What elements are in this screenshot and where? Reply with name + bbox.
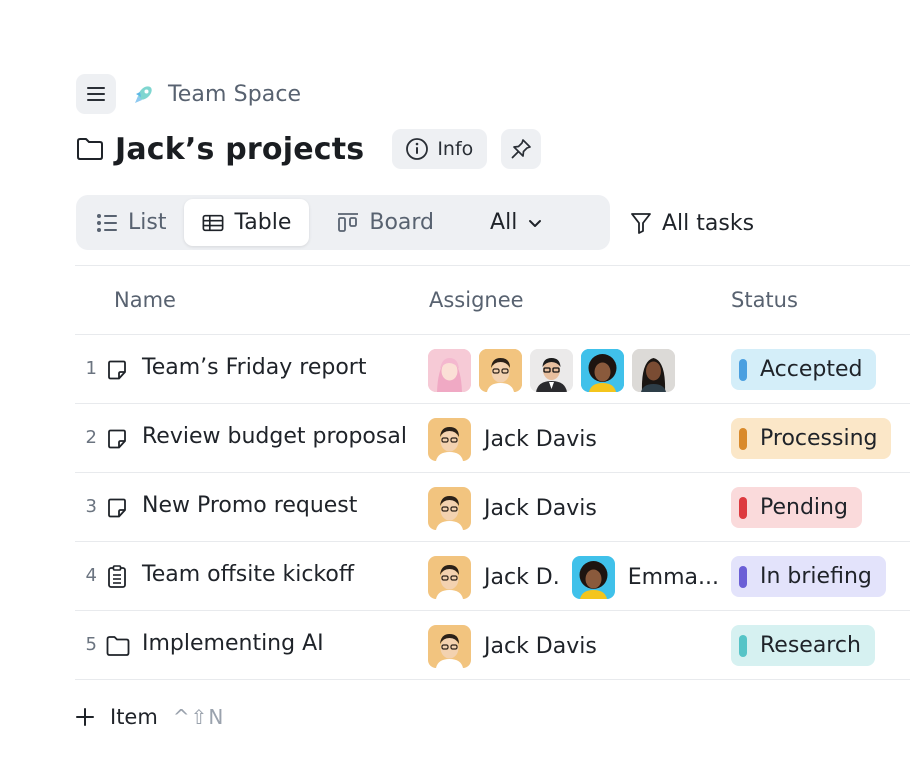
note-icon bbox=[106, 427, 130, 451]
status-badge[interactable]: Pending bbox=[731, 487, 862, 528]
avatar bbox=[428, 486, 471, 530]
assignee-cell[interactable]: Jack D. Emma... bbox=[428, 555, 720, 599]
info-label: Info bbox=[437, 138, 474, 160]
table-header: Name Assignee Status bbox=[75, 266, 910, 334]
avatar bbox=[632, 348, 675, 392]
add-item-shortcut: ^⇧N bbox=[172, 705, 225, 729]
list-icon bbox=[96, 212, 118, 234]
page: Team Space Jack’s projects Info List Tab… bbox=[0, 0, 910, 780]
view-tab-list-label: List bbox=[128, 210, 167, 235]
status-label: In briefing bbox=[760, 564, 872, 589]
assignee-name: Jack Davis bbox=[484, 495, 597, 521]
hamburger-icon bbox=[87, 87, 105, 101]
status-label: Accepted bbox=[760, 357, 863, 382]
folder-icon bbox=[106, 634, 130, 658]
avatar bbox=[428, 624, 471, 668]
table-bottom-divider bbox=[75, 679, 910, 680]
avatar bbox=[571, 555, 615, 599]
table-icon bbox=[202, 212, 224, 234]
status-label: Pending bbox=[760, 495, 848, 520]
task-name: Review budget proposal bbox=[142, 424, 407, 449]
row-number: 1 bbox=[85, 358, 97, 379]
task-name: Team offsite kickoff bbox=[142, 562, 355, 587]
task-name: Team’s Friday report bbox=[142, 355, 367, 380]
row-number: 3 bbox=[85, 496, 97, 517]
filter-icon bbox=[631, 213, 651, 234]
row-number: 2 bbox=[85, 427, 97, 448]
status-dot bbox=[739, 358, 747, 381]
row-number: 4 bbox=[85, 565, 97, 586]
status-dot bbox=[739, 634, 747, 657]
pin-button[interactable] bbox=[501, 129, 542, 169]
row-number: 5 bbox=[85, 634, 97, 655]
status-label: Processing bbox=[760, 426, 878, 451]
chevron-down-icon bbox=[527, 215, 543, 231]
status-label: Research bbox=[760, 633, 861, 658]
filter-button[interactable]: All tasks bbox=[630, 203, 754, 243]
table-row[interactable]: 3 New Promo request Jack Davis Pending bbox=[75, 472, 910, 541]
assignee-cell[interactable] bbox=[428, 348, 675, 392]
status-dot bbox=[739, 427, 747, 450]
status-dot bbox=[739, 565, 747, 588]
assignee-name: Jack Davis bbox=[484, 633, 597, 659]
info-button[interactable]: Info bbox=[392, 129, 488, 169]
avatar bbox=[581, 348, 624, 392]
view-tab-board[interactable]: Board bbox=[319, 199, 452, 246]
sidebar-toggle-button[interactable] bbox=[76, 74, 116, 114]
note-icon bbox=[106, 358, 130, 382]
assignee-cell[interactable]: Jack Davis bbox=[428, 624, 597, 668]
assignee-name: Jack Davis bbox=[484, 426, 597, 452]
view-tab-board-label: Board bbox=[369, 210, 435, 235]
view-tab-table[interactable]: Table bbox=[184, 199, 310, 246]
board-icon bbox=[337, 212, 359, 234]
info-icon bbox=[406, 138, 429, 160]
task-table: Name Assignee Status 1 Team’s Friday rep… bbox=[75, 265, 910, 680]
avatar bbox=[428, 417, 471, 461]
avatar bbox=[479, 348, 522, 392]
task-name: Implementing AI bbox=[142, 631, 324, 656]
view-more-dropdown[interactable]: All bbox=[472, 199, 557, 246]
table-row[interactable]: 2 Review budget proposal Jack Davis Proc… bbox=[75, 403, 910, 472]
view-switcher: List Table Board All bbox=[76, 195, 610, 250]
column-header-assignee[interactable]: Assignee bbox=[429, 288, 524, 312]
document-icon bbox=[106, 565, 130, 589]
view-tab-list[interactable]: List bbox=[80, 199, 184, 246]
status-dot bbox=[739, 496, 747, 519]
assignee-name: Jack D. bbox=[484, 564, 560, 590]
add-item-label: Item bbox=[110, 705, 158, 729]
avatar bbox=[428, 348, 471, 392]
view-tab-table-label: Table bbox=[234, 210, 292, 235]
view-more-label: All bbox=[490, 210, 518, 235]
avatar bbox=[428, 555, 471, 599]
folder-icon bbox=[76, 135, 104, 163]
pin-icon bbox=[511, 139, 532, 159]
table-row[interactable]: 5 Implementing AI Jack Davis Research bbox=[75, 610, 910, 679]
table-row[interactable]: 4 Team offsite kickoff Jack D. Emma... I… bbox=[75, 541, 910, 610]
filter-label: All tasks bbox=[662, 210, 755, 236]
rocket-icon bbox=[132, 82, 156, 106]
title-row: Jack’s projects Info bbox=[76, 128, 542, 170]
plus-icon bbox=[75, 707, 95, 727]
avatar bbox=[530, 348, 573, 392]
assignee-cell[interactable]: Jack Davis bbox=[428, 417, 597, 461]
task-name: New Promo request bbox=[142, 493, 358, 518]
column-header-name[interactable]: Name bbox=[114, 288, 176, 312]
status-badge[interactable]: Research bbox=[731, 625, 875, 666]
status-badge[interactable]: Processing bbox=[731, 418, 892, 459]
table-row[interactable]: 1 Team’s Friday report Accepted bbox=[75, 334, 910, 403]
column-header-status[interactable]: Status bbox=[731, 288, 798, 312]
status-badge[interactable]: In briefing bbox=[731, 556, 886, 597]
space-name-link[interactable]: Team Space bbox=[168, 82, 301, 107]
breadcrumb: Team Space bbox=[76, 74, 301, 114]
note-icon bbox=[106, 496, 130, 520]
assignee-cell[interactable]: Jack Davis bbox=[428, 486, 597, 530]
assignee-name: Emma... bbox=[627, 564, 719, 590]
add-item-button[interactable]: Item ^⇧N bbox=[75, 697, 224, 737]
page-title: Jack’s projects bbox=[115, 131, 365, 167]
status-badge[interactable]: Accepted bbox=[731, 349, 877, 390]
